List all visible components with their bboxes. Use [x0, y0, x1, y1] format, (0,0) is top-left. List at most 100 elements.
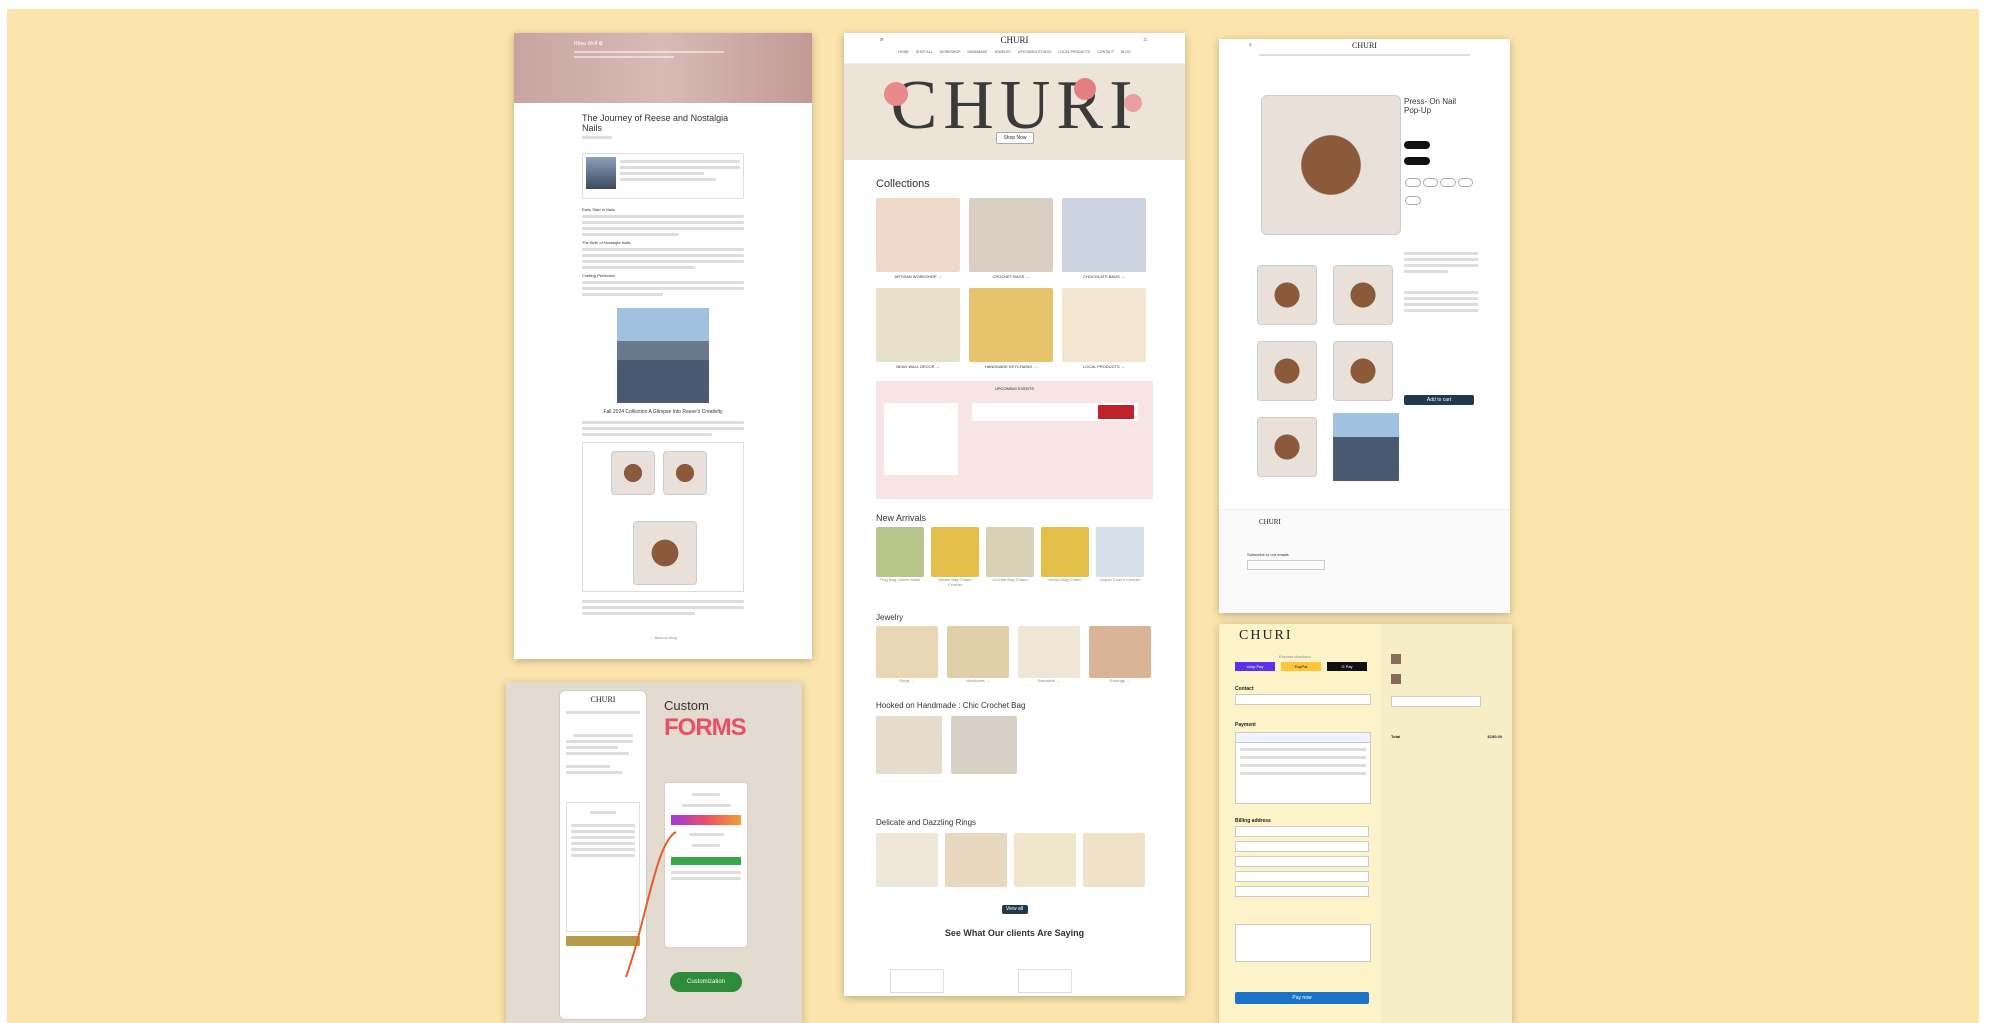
hooked-title: Hooked on Handmade : Chic Crochet Bag [876, 701, 1026, 710]
checkout-brand: CHURI [1239, 628, 1293, 643]
product-screenshot: ⌕ CHURI Press- On Nail Pop-Up Add to car… [1219, 39, 1510, 613]
total-value: $150.00 [1487, 734, 1502, 739]
nav-item[interactable]: JEWELRY [994, 50, 1010, 54]
product-card[interactable]: Minion Bag Charm Crochet [931, 527, 979, 587]
nav-item[interactable]: SHOP ALL [916, 50, 933, 54]
payment-heading: Payment [1235, 722, 1256, 728]
nav-item[interactable]: CONTACT [1097, 50, 1114, 54]
remember-me-box[interactable] [1235, 924, 1371, 962]
subscribe-input[interactable] [1247, 560, 1325, 570]
nav-item[interactable]: HANDMADE [967, 50, 987, 54]
customization-badge: Customization [670, 972, 742, 992]
review-card [890, 969, 944, 993]
shop-pay-button[interactable]: shop Pay [1235, 662, 1275, 671]
collection-card[interactable]: CROCHET BAGS → [969, 198, 1053, 279]
collections-grid: ARTISAN WORKSHOP → CROCHET BAGS → CHOCOL… [844, 190, 1185, 369]
rose-decoration [1074, 78, 1096, 100]
bag-card[interactable] [876, 716, 942, 774]
nav-item[interactable]: WORKSHOP [940, 50, 961, 54]
product-thumbnail[interactable] [1333, 341, 1393, 401]
connector-arrow [625, 831, 677, 978]
collection-card[interactable]: ARTISAN WORKSHOP → [876, 198, 960, 279]
checkout-screenshot: CHURI ⌂ Express checkout shop Pay PayPal… [1219, 624, 1512, 1023]
footer-brand: CHURI [1259, 518, 1281, 526]
jewelry-card[interactable]: Necklaces → [947, 626, 1009, 683]
cart-icon[interactable]: ⌂ [1143, 37, 1147, 43]
jewelry-title: Jewelry [876, 613, 904, 622]
collections-title: Collections [876, 178, 930, 190]
blog-photo-caption: Fall 2024 Collection A Glimpse Into Rees… [603, 409, 723, 415]
product-footer: CHURI Subscribe to our emails [1219, 509, 1510, 613]
paypal-button[interactable]: PayPal [1281, 662, 1321, 671]
home-topbar: ⌕ CHURI ⌂ HOME SHOP ALL WORKSHOP HANDMAD… [844, 33, 1185, 64]
subscribe-label: Subscribe to our emails [1247, 552, 1289, 557]
ring-card[interactable] [876, 833, 938, 887]
jewelry-card[interactable]: Earrings → [1089, 626, 1151, 683]
collection-card[interactable]: HANDMADE KEYCHAINS → [969, 288, 1053, 369]
blog-section-heading: The Birth of Nostalgia Nails [582, 240, 631, 245]
collection-card[interactable]: LOCAL PRODUCTS → [1062, 288, 1146, 369]
nav-item[interactable]: BLOG [1121, 50, 1131, 54]
bags-row [844, 710, 1185, 774]
product-card[interactable]: Crochet Bag Charm [986, 527, 1034, 587]
product-thumbnail[interactable] [1257, 341, 1317, 401]
rose-decoration [884, 82, 908, 106]
add-to-cart-button[interactable]: Add to cart [1404, 395, 1474, 405]
billing-form [1235, 826, 1369, 906]
jewelry-card[interactable]: Rings → [876, 626, 938, 683]
nav-item[interactable]: LOCAL PRODUCTS [1058, 50, 1090, 54]
order-item [1391, 654, 1401, 664]
jewelry-row: Rings → Necklaces → Bracelets → Earrings… [844, 622, 1185, 683]
express-label: Express checkout [1279, 654, 1311, 659]
product-thumbnail-photo[interactable] [1333, 413, 1399, 481]
gpay-button[interactable]: G Pay [1327, 662, 1367, 671]
blog-author: Rhea Wolf ✿ [574, 41, 603, 47]
hero-shop-now-button[interactable]: Shop Now [996, 132, 1034, 144]
product-card[interactable]: Airpod Charm Crochet [1096, 527, 1144, 587]
review-card [1018, 969, 1072, 993]
bag-card[interactable] [951, 716, 1017, 774]
collection-card[interactable]: BEAD WALL DECOR → [876, 288, 960, 369]
event-card[interactable] [972, 403, 1138, 421]
back-to-blog-link[interactable]: ← Back to blog [582, 635, 744, 640]
product-thumbnail[interactable] [1257, 265, 1317, 325]
blog-title: The Journey of Reese and Nostalgia Nails [582, 113, 729, 133]
collection-card[interactable]: CHOCOLATE BAGS → [1062, 198, 1146, 279]
rings-view-all-button[interactable]: View all [1001, 905, 1028, 914]
product-thumbnail[interactable] [1257, 417, 1317, 477]
events-calendar [884, 403, 958, 475]
product-main-image [1261, 95, 1401, 235]
pay-now-button[interactable]: Pay now [1235, 992, 1369, 1004]
nav-item[interactable]: HOME [898, 50, 909, 54]
blog-section-heading: Crafting Perfection [582, 273, 616, 278]
card-form [1235, 732, 1371, 804]
email-field[interactable] [1235, 694, 1371, 705]
home-screenshot: ⌕ CHURI ⌂ HOME SHOP ALL WORKSHOP HANDMAD… [844, 33, 1185, 996]
ring-card[interactable] [1014, 833, 1076, 887]
rings-title: Delicate and Dazzling Rings [876, 818, 977, 827]
reviews-title: See What Our clients Are Saying [944, 928, 1085, 938]
rose-decoration [1124, 94, 1142, 112]
product-title: Press- On Nail Pop-Up [1404, 97, 1457, 115]
blog-header-banner: Rhea Wolf ✿ [514, 33, 812, 103]
contact-heading: Contact [1235, 686, 1254, 692]
blog-screenshot: Rhea Wolf ✿ The Journey of Reese and Nos… [514, 33, 812, 659]
ring-card[interactable] [1083, 833, 1145, 887]
nav-item[interactable]: UPCOMING STUDIO [1018, 50, 1051, 54]
ring-card[interactable] [945, 833, 1007, 887]
product-thumbnail[interactable] [1333, 265, 1393, 325]
blog-photo [617, 308, 709, 403]
discount-field[interactable] [1391, 696, 1481, 707]
forms-screenshot: CHURI Custom FORMS Customization [506, 682, 802, 1023]
blog-author-photo [586, 157, 616, 189]
product-card[interactable]: Minion Bag Charm [1041, 527, 1089, 587]
order-summary: Total $150.00 [1381, 624, 1512, 1023]
product-header: ⌕ CHURI [1219, 39, 1510, 63]
home-brand: CHURI [1000, 35, 1029, 45]
blog-gallery [582, 442, 744, 592]
jewelry-card[interactable]: Bracelets → [1018, 626, 1080, 683]
home-nav: HOME SHOP ALL WORKSHOP HANDMADE JEWELRY … [844, 50, 1185, 54]
billing-heading: Billing address [1235, 818, 1271, 824]
product-card[interactable]: Frog Bag Charm Slider [876, 527, 924, 587]
nail-image [663, 451, 707, 495]
